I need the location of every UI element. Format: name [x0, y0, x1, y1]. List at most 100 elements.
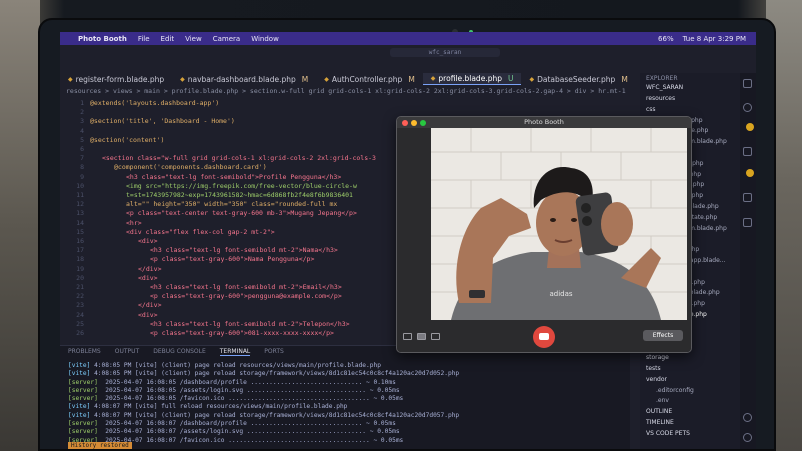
line-number: 22 [76, 292, 84, 301]
menubar-clock[interactable]: Tue 8 Apr 3:29 PM [683, 35, 746, 43]
code-line: <div class="flex flex-col gap-2 mt-2"> [126, 227, 275, 236]
account-icon[interactable] [743, 413, 752, 422]
photo-booth-toolbar: Effects [397, 320, 691, 352]
code-line: <p class="text-center text-gray-600 mb-3… [126, 209, 357, 218]
code-line: <img src="https://img.freepik.com/free-v… [126, 181, 357, 190]
breadcrumb: resources > views > main > profile.blade… [66, 87, 626, 95]
burst-mode-icon[interactable] [403, 333, 412, 340]
editor-tab-label: register-form.blade.php [75, 74, 165, 84]
panel-tab[interactable]: DEBUG CONSOLE [153, 348, 206, 356]
explorer-folder[interactable]: VS CODE PETS [646, 430, 690, 437]
line-number: 20 [76, 273, 84, 282]
editor-search-box[interactable]: wfc_saran [390, 48, 500, 57]
search-icon[interactable] [743, 103, 752, 112]
explorer-folder[interactable]: vendor [646, 376, 667, 383]
panel-tab[interactable]: OUTPUT [115, 348, 139, 356]
line-number: 13 [76, 209, 84, 218]
terminal-text: 2025-04-07 16:08:05 /dashboard/profile .… [97, 378, 396, 386]
terminal-text: 4:08:07 PM [vite] (client) page reload s… [90, 411, 460, 419]
menu-view[interactable]: View [185, 35, 202, 43]
files-icon[interactable] [743, 79, 752, 88]
camera-icon [539, 333, 549, 340]
containers-icon[interactable] [743, 218, 752, 227]
terminal-prefix: [vite] [68, 411, 91, 419]
video-mode-icon[interactable] [431, 333, 440, 340]
terminal-line: [vite] 4:08:05 PM [vite] (client) page r… [68, 370, 459, 378]
editor-tab[interactable]: ◆ navbar-dashboard.blade.php M [172, 73, 316, 85]
camera-preview-image: adidas [431, 128, 687, 320]
explorer-header: EXPLORER [646, 75, 678, 82]
menu-file[interactable]: File [138, 35, 150, 43]
explorer-folder[interactable]: css [646, 106, 656, 113]
code-line: <hr> [126, 218, 142, 227]
shutter-button[interactable] [533, 326, 555, 348]
terminal-prefix: [server] [68, 420, 98, 428]
terminal-text: 2025-04-07 16:08:05 /assets/login.svg ..… [97, 386, 400, 394]
database-icon[interactable] [743, 193, 752, 202]
menu-camera[interactable]: Camera [213, 35, 240, 43]
menu-window[interactable]: Window [251, 35, 279, 43]
line-number: 19 [76, 264, 84, 273]
explorer-folder[interactable]: resources [646, 95, 675, 102]
editor-tab[interactable]: ◆ AuthController.php M [316, 73, 423, 85]
history-restored-notice: History restored [68, 442, 132, 449]
background-wall-left [0, 0, 40, 451]
terminal-text: 2025-04-07 16:08:07 /favicon.ico .......… [97, 436, 404, 444]
file-type-icon: ◆ [430, 75, 436, 82]
photo-booth-titlebar[interactable]: Photo Booth [397, 117, 691, 128]
explorer-folder[interactable]: tests [646, 365, 661, 372]
terminal-prefix: [vite] [68, 362, 91, 369]
code-line: @section('title', 'Dashboard - Home') [90, 117, 235, 126]
explorer-folder[interactable]: OUTLINE [646, 408, 672, 415]
minimize-button[interactable] [411, 120, 417, 126]
panel-tabs: PROBLEMS OUTPUT DEBUG CONSOLE TERMINAL PORTS [68, 348, 284, 356]
explorer-folder[interactable]: storage [646, 354, 669, 361]
line-number: 7 [80, 154, 84, 163]
line-number: 23 [76, 301, 84, 310]
explorer-folder[interactable]: TIMELINE [646, 419, 674, 426]
editor-tab[interactable]: ◆ DatabaseSeeder.php M [521, 73, 635, 85]
code-line: <h3 class="text-lg font-semibold mt-2">T… [150, 319, 350, 328]
code-line: @component('components.dashboard.card') [114, 163, 267, 172]
code-line: <div> [138, 310, 158, 319]
laptop-screen: Photo Booth File Edit View Camera Window… [38, 18, 776, 451]
panel-tab[interactable]: PROBLEMS [68, 348, 101, 356]
activity-bar [740, 73, 756, 449]
editor-tab[interactable]: ◆ register-form.blade.php [60, 73, 172, 85]
line-number: 26 [76, 329, 84, 337]
bottom-panel: PROBLEMS OUTPUT DEBUG CONSOLE TERMINAL PORTS… [60, 345, 630, 449]
menu-edit[interactable]: Edit [161, 35, 175, 43]
code-line: <div> [138, 237, 158, 245]
editor-tab-label: DatabaseSeeder.php [537, 74, 616, 84]
git-status-badge: M [621, 74, 628, 84]
terminal-line: [vite] 4:08:07 PM [vite] full reload res… [68, 403, 459, 411]
terminal-text: 4:08:07 PM [vite] full reload resources/… [90, 403, 348, 411]
panel-tab[interactable]: PORTS [264, 348, 284, 356]
terminal-output[interactable]: [vite] 4:08:05 PM [vite] (client) page r… [68, 362, 459, 445]
line-number: 11 [76, 191, 84, 199]
close-button[interactable] [402, 120, 408, 126]
explorer-file[interactable]: .editorconfig [656, 387, 694, 394]
zoom-button[interactable] [420, 120, 426, 126]
line-number: 12 [76, 200, 84, 209]
explorer-file[interactable]: .env [656, 397, 669, 404]
single-photo-icon[interactable] [417, 333, 426, 340]
shirt-logo-text: adidas [549, 290, 572, 298]
effects-button[interactable]: Effects [643, 330, 683, 341]
settings-gear-icon[interactable] [743, 433, 752, 442]
panel-tab[interactable]: TERMINAL [219, 348, 251, 356]
editor-tab-label: navbar-dashboard.blade.php [187, 74, 296, 84]
editor-tab[interactable]: ◆ profile.blade.php U [422, 73, 522, 85]
line-number: 25 [76, 319, 84, 328]
line-number: 5 [80, 135, 84, 144]
project-name[interactable]: WFC_SARAN [646, 84, 683, 91]
file-type-icon: ◆ [68, 75, 73, 83]
menubar-app-name[interactable]: Photo Booth [78, 35, 127, 43]
line-number: 8 [80, 163, 84, 172]
run-debug-icon[interactable] [743, 147, 752, 156]
terminal-line: [server] 2025-04-07 16:08:05 /favicon.ic… [68, 395, 459, 403]
line-number: 10 [76, 181, 84, 190]
battery-level[interactable]: 66% [658, 35, 674, 43]
code-line: t=st=1743957982~exp=1743961582~hmac=6d86… [126, 191, 353, 199]
line-number: 1 [80, 99, 84, 107]
